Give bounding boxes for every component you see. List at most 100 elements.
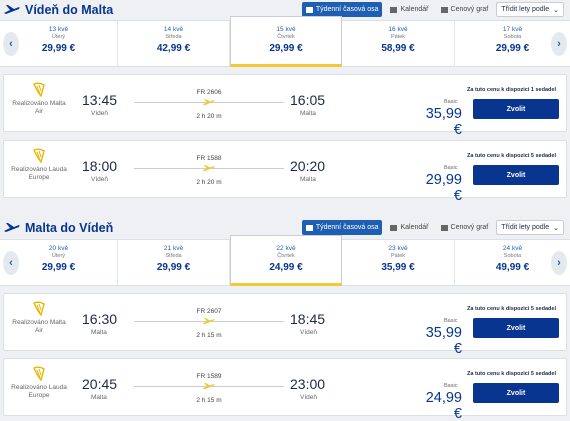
select-flight-button[interactable]: Zvolit xyxy=(473,318,559,338)
plane-icon xyxy=(4,5,20,14)
operator-label: Realizováno Malta Air xyxy=(12,319,66,334)
outbound-title: Vídeň do Malta xyxy=(25,3,114,17)
flight-card: Realizováno Malta Air 13:45 Vídeň FR 260… xyxy=(3,74,567,138)
arrival-time: 23:00 xyxy=(290,376,326,392)
calendar-label: Kalendář xyxy=(400,6,429,13)
weekly-timeline-button[interactable]: Týdenní časová osa xyxy=(301,2,383,17)
operator-area: Realizováno Lauda Europe xyxy=(9,141,69,199)
flight-card: Realizováno Malta Air 16:30 Malta FR 260… xyxy=(3,293,567,357)
day-price: 29,99 € xyxy=(156,262,191,273)
day-weekday: Pátek xyxy=(390,253,406,259)
departure-time: 16:30 xyxy=(82,311,118,327)
harp-icon xyxy=(33,148,45,164)
plane-icon xyxy=(203,99,215,106)
outbound-title-group: Vídeň do Malta xyxy=(0,3,113,17)
sort-label: Třídit lety podle xyxy=(501,6,550,13)
fare-label: Basic xyxy=(444,165,458,171)
day-date: 15 kvě xyxy=(276,26,296,33)
price-graph-button[interactable]: Cenový graf xyxy=(437,2,493,17)
calendar-label: Kalendář xyxy=(400,224,429,231)
day-tab-selected[interactable]: 15 kvě Čtvrtek 29,99 € xyxy=(230,16,342,67)
arrival-city: Vídeň xyxy=(300,329,317,336)
flight-duration: 2 h 15 m xyxy=(196,332,222,339)
chevron-left-icon[interactable]: ‹ xyxy=(3,32,19,56)
flight-number: FR 2606 xyxy=(196,89,222,96)
price-graph-button[interactable]: Cenový graf xyxy=(437,220,493,235)
seats-availability: Za tuto cenu k dispozici 1 sedadel xyxy=(467,87,556,93)
chevron-right-icon[interactable]: › xyxy=(551,32,567,56)
day-tab[interactable]: 21 kvě Středa 29,99 € xyxy=(118,240,230,285)
day-date: 21 kvě xyxy=(163,245,184,252)
day-price: 42,99 € xyxy=(156,43,191,54)
calendar-button[interactable]: Kalendář xyxy=(386,220,432,235)
arrival-city: Malta xyxy=(300,110,316,117)
day-date: 14 kvě xyxy=(163,26,184,33)
day-date: 20 kvě xyxy=(48,245,69,252)
chevron-left-icon[interactable]: ‹ xyxy=(3,251,19,275)
fare-price: 24,99 € xyxy=(425,390,462,421)
operator-area: Realizováno Malta Air xyxy=(9,75,69,133)
departure-city: Malta xyxy=(91,329,107,336)
list-icon xyxy=(305,6,313,13)
day-date: 13 kvě xyxy=(48,26,69,33)
day-date: 16 kvě xyxy=(388,26,408,33)
calendar-button[interactable]: Kalendář xyxy=(386,2,432,17)
day-weekday: Středa xyxy=(165,34,182,40)
outbound-week-bar: 13 kvě Úterý 29,99 € 14 kvě Středa 42,99… xyxy=(0,16,570,67)
operator-label: Realizováno Lauda Europe xyxy=(11,384,67,399)
flight-number: FR 1588 xyxy=(196,155,222,162)
sort-select[interactable]: Třídit lety podle ⌄ xyxy=(496,2,564,17)
harp-icon xyxy=(33,82,45,98)
arrival-time: 18:45 xyxy=(290,311,326,327)
departure-city: Vídeň xyxy=(91,110,108,117)
fare-price: 35,99 € xyxy=(425,106,462,138)
sort-select[interactable]: Třídit lety podle ⌄ xyxy=(496,220,564,235)
departure-time: 18:00 xyxy=(82,158,118,174)
return-week-bar: 20 kvě Úterý 29,99 € 21 kvě Středa 29,99… xyxy=(0,235,570,286)
chevron-right-icon[interactable]: › xyxy=(551,251,567,275)
bar-chart-icon xyxy=(440,6,448,13)
weekly-label: Týdenní časová osa xyxy=(315,6,379,13)
day-weekday: Čtvrtek xyxy=(277,253,295,259)
day-price: 29,99 € xyxy=(269,43,303,54)
day-tab[interactable]: 16 kvě Pátek 58,99 € xyxy=(342,21,455,66)
plane-icon xyxy=(203,318,215,325)
day-tab[interactable]: 14 kvě Středa 42,99 € xyxy=(118,21,230,66)
departure-time: 13:45 xyxy=(82,92,118,108)
day-weekday: Čtvrtek xyxy=(277,34,295,40)
flight-card: Realizováno Lauda Europe 18:00 Vídeň FR … xyxy=(3,140,567,204)
day-tab-selected[interactable]: 22 kvě Čtvrtek 24,99 € xyxy=(230,235,342,286)
select-flight-button[interactable]: Zvolit xyxy=(473,165,559,185)
calendar-icon xyxy=(390,224,398,231)
operator-label: Realizováno Lauda Europe xyxy=(11,166,67,181)
outbound-view-controls: Týdenní časová osa Kalendář Cenový graf … xyxy=(301,2,564,17)
seats-availability: Za tuto cenu k dispozici 5 sedadel xyxy=(467,306,556,312)
fare-label: Basic xyxy=(444,318,458,324)
flight-number: FR 2607 xyxy=(196,308,222,315)
select-flight-button[interactable]: Zvolit xyxy=(473,99,559,119)
departure-city: Malta xyxy=(91,394,107,401)
fare-label: Basic xyxy=(444,99,458,105)
day-weekday: Pátek xyxy=(390,34,406,40)
day-tab[interactable]: 23 kvě Pátek 35,99 € xyxy=(342,240,455,285)
select-flight-button[interactable]: Zvolit xyxy=(473,383,559,403)
chevron-down-icon: ⌄ xyxy=(553,6,559,14)
bar-chart-icon xyxy=(440,224,448,231)
day-weekday: Středa xyxy=(165,253,182,259)
return-title-group: Malta do Vídeň xyxy=(0,221,113,235)
day-date: 17 kvě xyxy=(502,26,523,33)
arrival-city: Malta xyxy=(300,176,316,183)
flight-duration: 2 h 15 m xyxy=(196,397,222,404)
weekly-label: Týdenní časová osa xyxy=(315,224,379,231)
operator-area: Realizováno Malta Air xyxy=(9,294,69,352)
weekly-timeline-button[interactable]: Týdenní časová osa xyxy=(301,220,383,235)
plane-icon xyxy=(4,223,20,232)
seats-availability: Za tuto cenu k dispozici 5 sedadel xyxy=(467,371,556,377)
plane-icon xyxy=(203,383,215,390)
day-price: 58,99 € xyxy=(381,43,415,54)
fare-label: Basic xyxy=(444,383,458,389)
flight-number: FR 1589 xyxy=(196,373,222,380)
list-icon xyxy=(305,224,313,231)
flight-duration: 2 h 20 m xyxy=(196,179,222,186)
arrival-city: Vídeň xyxy=(300,394,317,401)
